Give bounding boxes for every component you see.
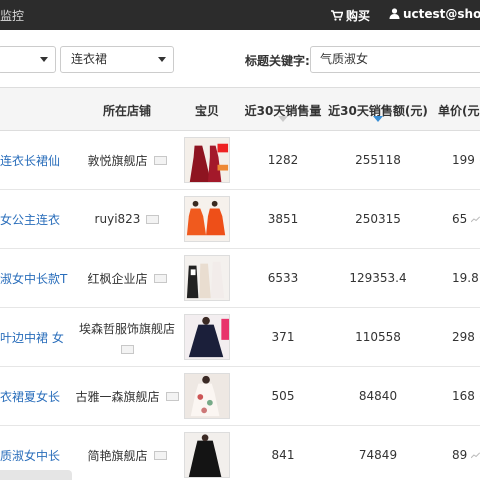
sales-qty: 371 bbox=[271, 330, 295, 344]
unit-price: 89 bbox=[430, 426, 480, 480]
sales-qty: 6533 bbox=[267, 271, 299, 285]
unit-price: 199 bbox=[430, 131, 480, 189]
product-thumbnail[interactable] bbox=[184, 255, 230, 301]
header-sales-qty[interactable]: 近30天销售量 bbox=[240, 88, 326, 132]
item-thumbnail-cell bbox=[184, 426, 230, 480]
unit-price: 19.8 bbox=[452, 271, 479, 285]
keyword-input[interactable]: 气质淑女 bbox=[310, 46, 480, 73]
table-row: 质淑女中长 简艳旗舰店 841 74849 89 bbox=[0, 426, 480, 480]
message-icon[interactable] bbox=[146, 214, 160, 224]
item-thumbnail-cell bbox=[184, 249, 230, 307]
brand-title: 监控 bbox=[0, 9, 25, 23]
sales-amount: 129353.4 bbox=[349, 271, 407, 285]
message-icon[interactable] bbox=[120, 345, 134, 354]
bottom-scroll-tab[interactable] bbox=[0, 470, 72, 480]
table-row: 叶边中裙 女埃森哲服饰旗舰店 371 110558 298 bbox=[0, 308, 480, 367]
product-thumbnail[interactable] bbox=[184, 314, 230, 360]
sales-amount: 110558 bbox=[355, 330, 401, 344]
keyword-label: 标题关键字: bbox=[245, 54, 310, 68]
product-thumbnail[interactable] bbox=[184, 432, 230, 478]
item-title-link[interactable]: 女公主连衣 bbox=[0, 190, 70, 248]
table-row: 衣裙夏女长 古雅一森旗舰店 505 84840 168 bbox=[0, 367, 480, 426]
sales-amount: 250315 bbox=[355, 212, 401, 226]
subcategory-value: 连衣裙 bbox=[71, 52, 108, 66]
message-icon[interactable] bbox=[153, 450, 167, 460]
sort-arrow-active-icon[interactable] bbox=[373, 116, 383, 122]
item-title-link[interactable]: 淑女中长款T bbox=[0, 249, 70, 307]
item-title-link[interactable]: 连衣长裙仙 bbox=[0, 131, 70, 189]
table-row: 淑女中长款T 红枫企业店 6533 129353.4 19.8 bbox=[0, 249, 480, 308]
sales-amount: 84840 bbox=[358, 389, 398, 403]
table-header: 所在店铺 宝贝 近30天销售量 近30天销售额(元) 单价(元 bbox=[0, 87, 480, 131]
table-row: 女公主连衣 ruyi823 3851 250315 65 bbox=[0, 190, 480, 249]
shop-cell: 敦悦旗舰店 bbox=[72, 131, 182, 189]
sales-amount: 255118 bbox=[355, 153, 401, 167]
user-email: uctest@shope bbox=[403, 7, 480, 21]
top-navbar: 监控 购买 uctest@shope bbox=[0, 0, 480, 30]
sales-qty: 1282 bbox=[267, 153, 299, 167]
sales-qty: 3851 bbox=[267, 212, 299, 226]
unit-price: 168 bbox=[430, 367, 480, 425]
shop-name[interactable]: 埃森哲服饰旗舰店 bbox=[79, 320, 175, 337]
item-title-link[interactable]: 叶边中裙 女 bbox=[0, 308, 70, 366]
shop-cell: 古雅一森旗舰店 bbox=[72, 367, 182, 425]
sort-arrow-icon[interactable] bbox=[278, 116, 288, 122]
buy-label: 购买 bbox=[346, 9, 371, 23]
keyword-value: 气质淑女 bbox=[320, 52, 369, 66]
filter-bar: 连衣裙 标题关键字: 气质淑女 bbox=[0, 30, 480, 85]
shop-name[interactable]: 敦悦旗舰店 bbox=[87, 152, 147, 169]
chevron-down-icon bbox=[158, 57, 166, 62]
message-icon[interactable] bbox=[153, 155, 167, 165]
unit-price: 298 bbox=[430, 308, 480, 366]
sales-amount: 74849 bbox=[358, 448, 398, 462]
product-thumbnail[interactable] bbox=[184, 373, 230, 419]
shop-name[interactable]: ruyi823 bbox=[95, 212, 141, 226]
message-icon[interactable] bbox=[165, 391, 179, 401]
item-thumbnail-cell bbox=[184, 308, 230, 366]
product-thumbnail[interactable] bbox=[184, 196, 230, 242]
header-sales-amount[interactable]: 近30天销售额(元) bbox=[326, 88, 430, 132]
header-item: 宝贝 bbox=[194, 103, 219, 118]
shop-cell: 红枫企业店 bbox=[72, 249, 182, 307]
unit-price: 65 bbox=[430, 190, 480, 248]
product-thumbnail[interactable] bbox=[184, 137, 230, 183]
trend-chart-icon[interactable] bbox=[471, 214, 480, 224]
trend-chart-icon[interactable] bbox=[471, 450, 480, 460]
shop-cell: ruyi823 bbox=[72, 190, 182, 248]
shop-cell: 埃森哲服饰旗舰店 bbox=[72, 308, 182, 366]
header-price[interactable]: 单价(元 bbox=[438, 88, 480, 132]
table-row: 连衣长裙仙 敦悦旗舰店 1282 255118 199 bbox=[0, 131, 480, 190]
category-select[interactable] bbox=[0, 46, 56, 73]
item-thumbnail-cell bbox=[184, 367, 230, 425]
shop-cell: 简艳旗舰店 bbox=[72, 426, 182, 480]
header-shop: 所在店铺 bbox=[102, 103, 151, 118]
item-title-link[interactable]: 衣裙夏女长 bbox=[0, 367, 70, 425]
user-menu[interactable]: uctest@shope bbox=[389, 7, 480, 21]
user-icon bbox=[389, 8, 400, 19]
shop-name[interactable]: 古雅一森旗舰店 bbox=[75, 388, 159, 405]
cart-icon bbox=[331, 10, 344, 21]
item-thumbnail-cell bbox=[184, 131, 230, 189]
sales-qty: 505 bbox=[271, 389, 295, 403]
message-icon[interactable] bbox=[153, 273, 167, 283]
item-thumbnail-cell bbox=[184, 190, 230, 248]
buy-link[interactable]: 购买 bbox=[331, 7, 370, 24]
shop-name[interactable]: 红枫企业店 bbox=[87, 270, 147, 287]
subcategory-select[interactable]: 连衣裙 bbox=[60, 46, 174, 73]
chevron-down-icon bbox=[40, 57, 48, 62]
sales-qty: 841 bbox=[271, 448, 295, 462]
shop-name[interactable]: 简艳旗舰店 bbox=[87, 447, 147, 464]
